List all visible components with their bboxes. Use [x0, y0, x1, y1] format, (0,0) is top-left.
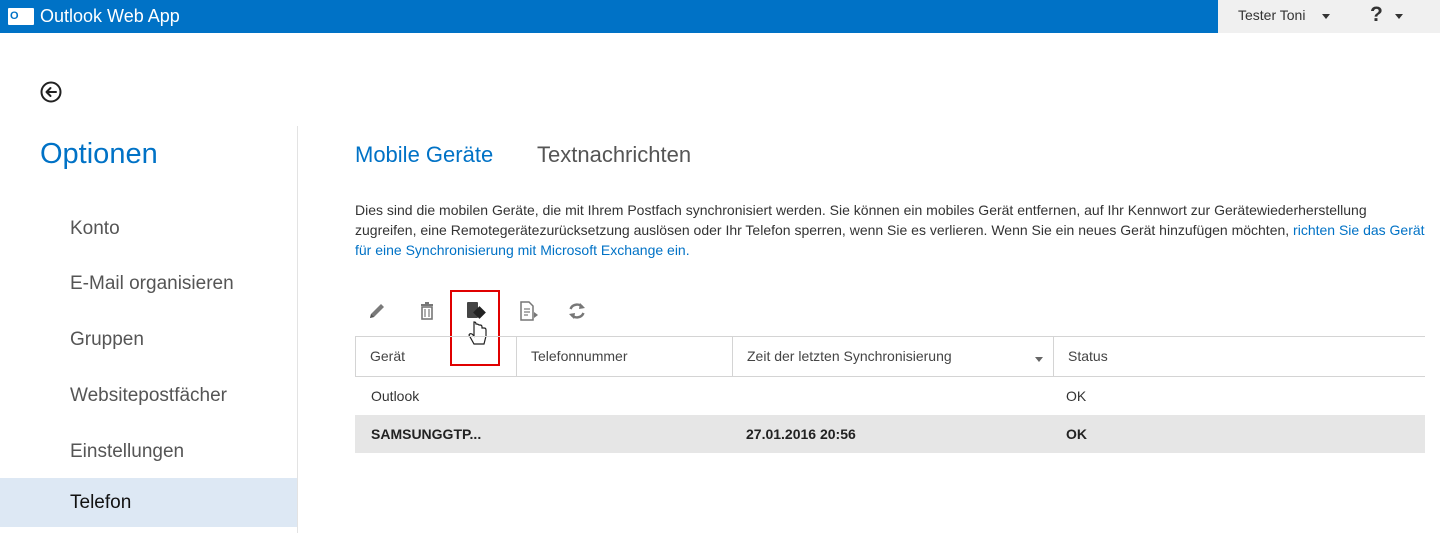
table-row[interactable]: Outlook OK	[355, 377, 1425, 415]
devices-table: Gerät Telefonnummer Zeit der letzten Syn…	[355, 336, 1425, 453]
nav-item-konto[interactable]: Konto	[0, 204, 297, 253]
chevron-down-icon[interactable]	[1322, 14, 1330, 19]
page-title: Optionen	[40, 138, 158, 170]
back-arrow-icon[interactable]	[40, 81, 62, 103]
help-button[interactable]: ?	[1370, 3, 1383, 27]
user-menu-button[interactable]: Tester Toni	[1238, 7, 1305, 23]
app-logo[interactable]: O Outlook Web App	[8, 4, 180, 28]
pencil-icon[interactable]	[366, 300, 388, 322]
description-text: Dies sind die mobilen Geräte, die mit Ih…	[355, 202, 1425, 258]
user-area: Tester Toni ?	[1218, 0, 1440, 33]
nav-item-telefon[interactable]: Telefon	[0, 478, 297, 527]
nav-item-websitepostfaecher[interactable]: Websitepostfächer	[0, 371, 297, 420]
trash-icon[interactable]	[416, 300, 438, 322]
details-icon[interactable]	[517, 300, 539, 322]
nav-divider	[297, 126, 298, 533]
chevron-down-icon[interactable]	[1395, 14, 1403, 19]
outlook-logo-icon: O	[8, 7, 34, 25]
column-header-status[interactable]: Status	[1053, 337, 1426, 376]
cell-device: SAMSUNGGTP...	[371, 426, 482, 442]
nav-item-email-organisieren[interactable]: E-Mail organisieren	[0, 259, 297, 308]
nav-item-gruppen[interactable]: Gruppen	[0, 315, 297, 364]
column-header-letzte-sync[interactable]: Zeit der letzten Synchronisierung	[732, 337, 1053, 376]
refresh-icon[interactable]	[566, 300, 588, 322]
top-bar: O Outlook Web App Tester Toni ?	[0, 0, 1440, 33]
tab-mobile-geraete[interactable]: Mobile Geräte	[355, 142, 493, 168]
cell-status: OK	[1066, 388, 1087, 404]
column-header-telefonnummer[interactable]: Telefonnummer	[516, 337, 732, 376]
table-header: Gerät Telefonnummer Zeit der letzten Syn…	[355, 336, 1425, 377]
cell-device: Outlook	[371, 388, 420, 404]
nav-item-einstellungen[interactable]: Einstellungen	[0, 427, 297, 476]
table-row[interactable]: SAMSUNGGTP... 27.01.2016 20:56 OK	[355, 415, 1425, 453]
app-title: Outlook Web App	[40, 6, 180, 26]
column-header-geraet[interactable]: Gerät	[356, 337, 516, 376]
cell-last-sync: 27.01.2016 20:56	[746, 426, 856, 442]
cell-status: OK	[1066, 426, 1087, 442]
tab-textnachrichten[interactable]: Textnachrichten	[537, 142, 691, 168]
sort-down-icon[interactable]	[1035, 357, 1043, 362]
